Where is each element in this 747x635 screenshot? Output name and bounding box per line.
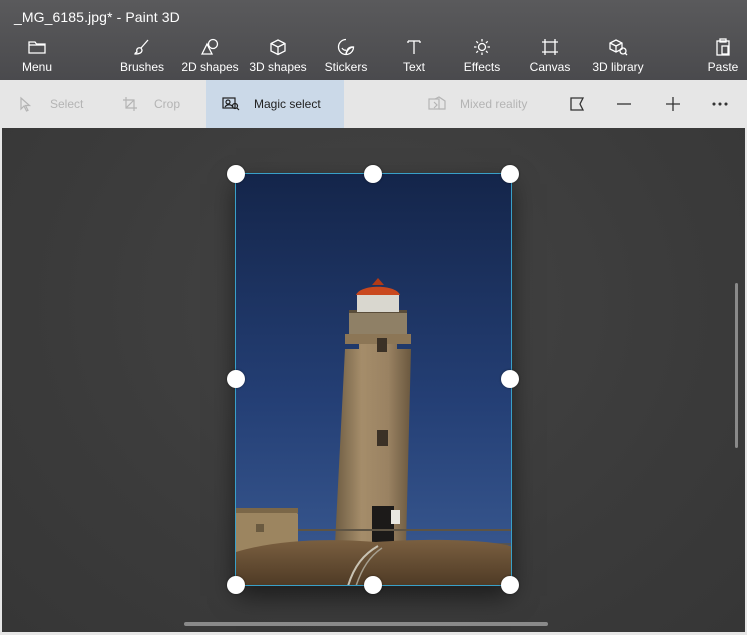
3d-shapes-label: 3D shapes	[249, 60, 307, 74]
3d-shapes-button[interactable]: 3D shapes	[249, 36, 307, 78]
resize-handle-right[interactable]	[501, 370, 519, 388]
sub-toolbar: Select Crop Magic select Mixed reality	[2, 80, 745, 128]
plus-icon	[666, 97, 680, 111]
mixed-reality-button[interactable]: Mixed reality	[428, 80, 527, 128]
zoom-in-button[interactable]	[661, 92, 685, 116]
brushes-button[interactable]: Brushes	[119, 36, 165, 78]
lighthouse-photo	[236, 174, 511, 586]
zoom-out-button[interactable]	[612, 92, 636, 116]
canvas-label: Canvas	[529, 60, 571, 74]
cursor-icon	[20, 96, 32, 112]
stickers-label: Stickers	[324, 60, 368, 74]
more-options-button[interactable]	[708, 92, 732, 116]
resize-handle-top[interactable]	[364, 165, 382, 183]
mixed-reality-icon	[428, 96, 446, 110]
folder-icon	[28, 36, 46, 58]
crop-label: Crop	[154, 97, 181, 111]
effects-button[interactable]: Effects	[463, 36, 501, 78]
text-button[interactable]: Text	[400, 36, 428, 78]
stickers-button[interactable]: Stickers	[325, 36, 367, 78]
canvas-button[interactable]: Canvas	[530, 36, 570, 78]
resize-handle-bottom-right[interactable]	[501, 576, 519, 594]
text-label: Text	[402, 60, 425, 74]
resize-handle-bottom-left[interactable]	[227, 576, 245, 594]
sun-icon	[473, 36, 491, 58]
view-toggle-button[interactable]	[565, 92, 589, 116]
window-title: _MG_6185.jpg* - Paint 3D	[14, 9, 180, 25]
paste-label: Paste	[707, 60, 739, 74]
clipboard-icon	[715, 36, 731, 58]
magic-select-button[interactable]: Magic select	[206, 80, 344, 128]
canvas-image[interactable]	[236, 174, 511, 586]
app-toolbar: _MG_6185.jpg* - Paint 3D Menu Brushes 2D…	[0, 0, 747, 80]
resize-handle-bottom[interactable]	[364, 576, 382, 594]
magic-select-icon	[222, 97, 240, 111]
menu-label: Menu	[21, 60, 53, 74]
brush-icon	[133, 36, 151, 58]
canvas-icon	[541, 36, 559, 58]
select-label: Select	[50, 97, 84, 111]
3d-library-button[interactable]: 3D library	[591, 36, 645, 78]
effects-label: Effects	[463, 60, 501, 74]
vertical-scrollbar[interactable]	[735, 283, 738, 448]
resize-handle-left[interactable]	[227, 370, 245, 388]
brushes-label: Brushes	[119, 60, 165, 74]
sticker-icon	[337, 36, 355, 58]
2d-shapes-label: 2D shapes	[181, 60, 239, 74]
select-button[interactable]: Select	[18, 80, 83, 128]
text-icon	[405, 36, 423, 58]
minus-icon	[617, 103, 631, 105]
3d-library-icon	[608, 36, 628, 58]
menu-button[interactable]: Menu	[20, 36, 54, 78]
ellipsis-icon	[712, 102, 728, 106]
paste-button[interactable]: Paste	[707, 36, 739, 78]
flag-icon	[570, 97, 585, 111]
resize-handle-top-left[interactable]	[227, 165, 245, 183]
3d-library-label: 3D library	[592, 60, 644, 74]
horizontal-scrollbar[interactable]	[184, 622, 548, 626]
magic-select-label: Magic select	[254, 97, 321, 111]
resize-handle-top-right[interactable]	[501, 165, 519, 183]
crop-icon	[123, 97, 137, 111]
3d-cube-icon	[269, 36, 287, 58]
crop-button[interactable]: Crop	[122, 80, 180, 128]
2d-shapes-button[interactable]: 2D shapes	[181, 36, 239, 78]
2d-shapes-icon	[200, 36, 220, 58]
mixed-reality-label: Mixed reality	[460, 97, 528, 111]
